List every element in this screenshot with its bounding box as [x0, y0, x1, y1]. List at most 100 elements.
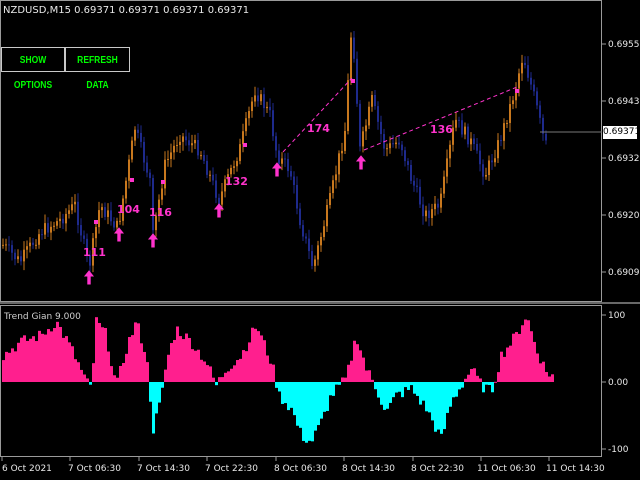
histogram-bar [548, 376, 551, 382]
histogram-bar [515, 332, 518, 382]
histogram-bar [545, 372, 548, 382]
candle-body [35, 244, 37, 246]
candle-body [479, 150, 481, 165]
signal-labels: 111 104 116 132 174 136 [83, 122, 453, 259]
candle-body [470, 138, 472, 145]
candle-body [476, 144, 478, 151]
candle-body [314, 259, 316, 266]
histogram-bar [470, 368, 473, 382]
candle-body [491, 160, 493, 163]
time-label: 8 Oct 14:30 [342, 464, 395, 474]
histogram-bar [338, 382, 341, 385]
candle-body [410, 164, 412, 181]
histogram-bar [113, 375, 116, 382]
histogram-bar [497, 372, 500, 382]
indicator-axis-label: 0.00 [608, 378, 628, 388]
candle-body [200, 155, 202, 157]
histogram-bar [455, 382, 458, 397]
refresh-data-button[interactable]: REFRESH DATA [65, 47, 130, 91]
candle-body [518, 73, 520, 89]
up-arrow-icon [83, 270, 95, 285]
candle-body [5, 244, 7, 246]
candle-body [446, 158, 448, 177]
indicator-axis: 100 0.00 -100 [602, 311, 629, 455]
histogram-bar [50, 331, 53, 382]
candle-body [236, 161, 238, 167]
histogram-bar [281, 382, 284, 404]
show-options-button[interactable]: SHOW OPTIONS [1, 47, 65, 91]
candle-body [329, 193, 331, 206]
histogram-bar [422, 382, 425, 401]
histogram-bar [179, 336, 182, 382]
candle-body [26, 246, 28, 250]
signal-trend-line [282, 77, 353, 153]
candle-body [131, 140, 133, 160]
histogram-bar [389, 382, 392, 403]
time-label: 11 Oct 14:30 [546, 464, 605, 474]
histogram-bar [164, 369, 167, 382]
histogram-bar [215, 382, 218, 386]
price-label: 0.69090 [608, 268, 640, 278]
candle-body [539, 105, 541, 118]
histogram-bar [74, 359, 77, 382]
candle-body [83, 235, 85, 239]
histogram-bar [293, 382, 296, 416]
candle-body [146, 162, 148, 173]
histogram-bar [146, 362, 149, 382]
histogram-bar [407, 382, 410, 390]
up-arrow-icon [113, 227, 125, 242]
histogram-bar [419, 382, 422, 405]
histogram-bar [320, 382, 323, 419]
candle-body [389, 143, 391, 149]
histogram-bar [401, 382, 404, 398]
histogram-bar [14, 351, 17, 382]
histogram-bar [44, 334, 47, 382]
histogram-bar [242, 350, 245, 382]
candle-body [29, 242, 31, 247]
candle-body [179, 141, 181, 146]
histogram-bar [239, 358, 242, 382]
histogram-bar [446, 382, 449, 413]
histogram-bar [428, 382, 431, 413]
histogram-bar [521, 325, 524, 382]
candle-body [176, 145, 178, 147]
candle-body [419, 186, 421, 205]
candle-body [242, 131, 244, 145]
time-label: 8 Oct 06:30 [274, 464, 327, 474]
candle-body [110, 210, 112, 222]
histogram-bar [155, 382, 158, 414]
candle-body [59, 218, 61, 222]
histogram-bar [200, 359, 203, 382]
candle-body [32, 242, 34, 245]
histogram-bar [503, 356, 506, 382]
histogram-bar [11, 348, 14, 382]
candle-body [350, 37, 352, 81]
histogram-bar [80, 369, 83, 382]
histogram-bar [209, 366, 212, 382]
chart-window[interactable]: 0.69550 0.69435 0.69320 0.69205 0.69090 … [0, 0, 640, 480]
candle-body [233, 166, 235, 168]
histogram-bar [356, 344, 359, 382]
candle-body [11, 245, 13, 253]
candle-body [269, 106, 271, 111]
candle-body [62, 218, 64, 224]
candle-body [467, 126, 469, 145]
candle-body [221, 191, 223, 205]
signal-label: 132 [225, 175, 248, 188]
candle-body [266, 106, 268, 109]
histogram-bar [5, 351, 8, 382]
candle-body [197, 139, 199, 156]
signal-label: 116 [149, 206, 172, 219]
time-label: 7 Oct 22:30 [205, 464, 258, 474]
histogram-bar [119, 365, 122, 382]
candle-body [137, 129, 139, 133]
candle-body [23, 249, 25, 262]
candle-body [332, 180, 334, 194]
candle-body [344, 130, 346, 151]
histogram-bar [476, 375, 479, 382]
histogram-bar [248, 342, 251, 382]
candle-body [422, 204, 424, 217]
histogram-bar [482, 382, 485, 393]
candle-body [194, 139, 196, 144]
candle-body [14, 252, 16, 260]
